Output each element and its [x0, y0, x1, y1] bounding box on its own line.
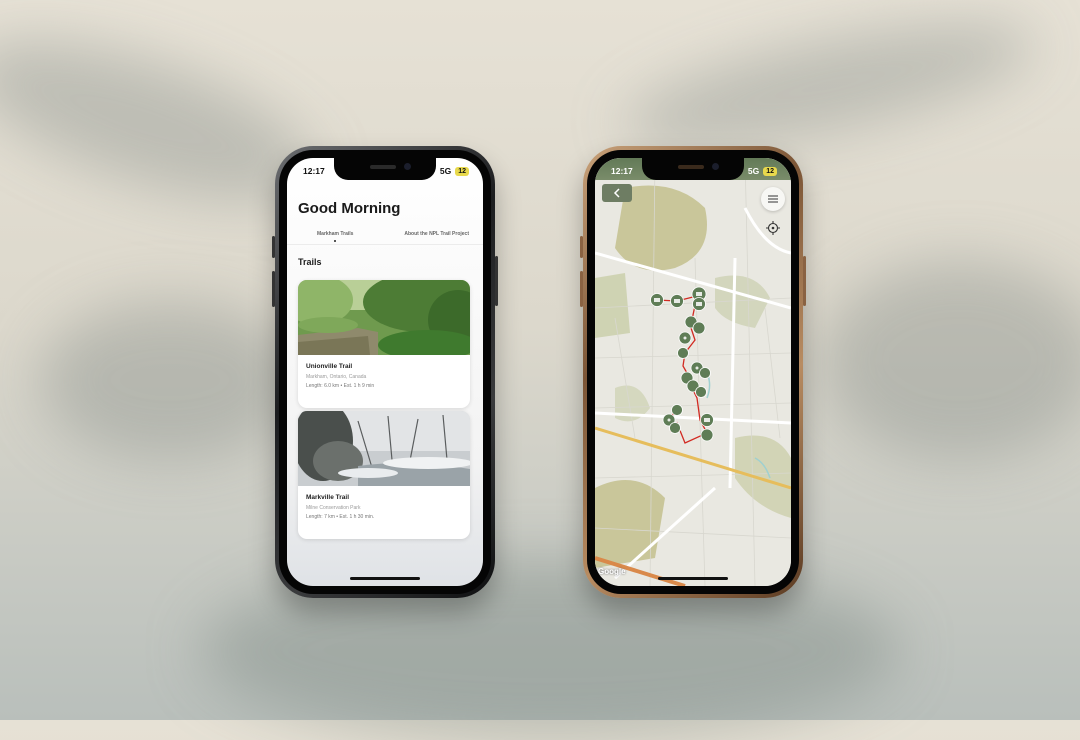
battery-badge: 12	[763, 166, 777, 176]
phone-left: 12:17 5G 12 Good Morning Markham Trails …	[272, 146, 498, 598]
back-button[interactable]	[602, 184, 632, 202]
tab-divider	[287, 244, 483, 245]
locate-button[interactable]	[765, 220, 781, 236]
tab-markham-trails[interactable]: Markham Trails	[317, 231, 353, 237]
greeting-title: Good Morning	[298, 200, 401, 217]
back-arrow-icon	[613, 188, 620, 198]
home-indicator[interactable]	[350, 577, 420, 580]
trail-card-markville[interactable]: Markville Trail Milne Conservation Park …	[298, 411, 470, 539]
trail-photo	[298, 280, 470, 355]
map-attribution: Google	[598, 567, 626, 576]
status-time: 12:17	[611, 166, 633, 176]
network-label: 5G	[747, 166, 760, 176]
menu-button[interactable]	[761, 187, 785, 211]
hamburger-menu-icon	[768, 195, 778, 203]
trails-screen: 12:17 5G 12 Good Morning Markham Trails …	[287, 158, 483, 586]
battery-badge: 12	[455, 166, 469, 176]
trail-card-unionville[interactable]: Unionville Trail Markham, Ontario, Canad…	[298, 280, 470, 408]
trail-name: Unionville Trail	[306, 363, 353, 370]
status-time: 12:17	[303, 166, 325, 176]
trail-photo	[298, 411, 470, 486]
trail-map[interactable]	[595, 158, 791, 586]
section-title: Trails	[298, 257, 322, 267]
trail-location: Milne Conservation Park	[306, 505, 361, 511]
trail-length: Length: 6.0 km • Est. 1 h 9 min	[306, 383, 375, 389]
active-tab-indicator	[334, 240, 336, 242]
map-screen: 12:17 5G 12 Google	[595, 158, 791, 586]
home-indicator[interactable]	[658, 577, 728, 580]
trail-length: Length: 7 km • Est. 1 h 30 min.	[306, 514, 375, 520]
crosshair-locate-icon	[766, 221, 780, 235]
tab-about-npl[interactable]: About the NPL Trail Project	[404, 231, 469, 237]
trail-name: Markville Trail	[306, 494, 349, 501]
trail-location: Markham, Ontario, Canada	[306, 374, 367, 380]
phone-right: 12:17 5G 12 Google	[580, 146, 806, 598]
network-label: 5G	[439, 166, 452, 176]
